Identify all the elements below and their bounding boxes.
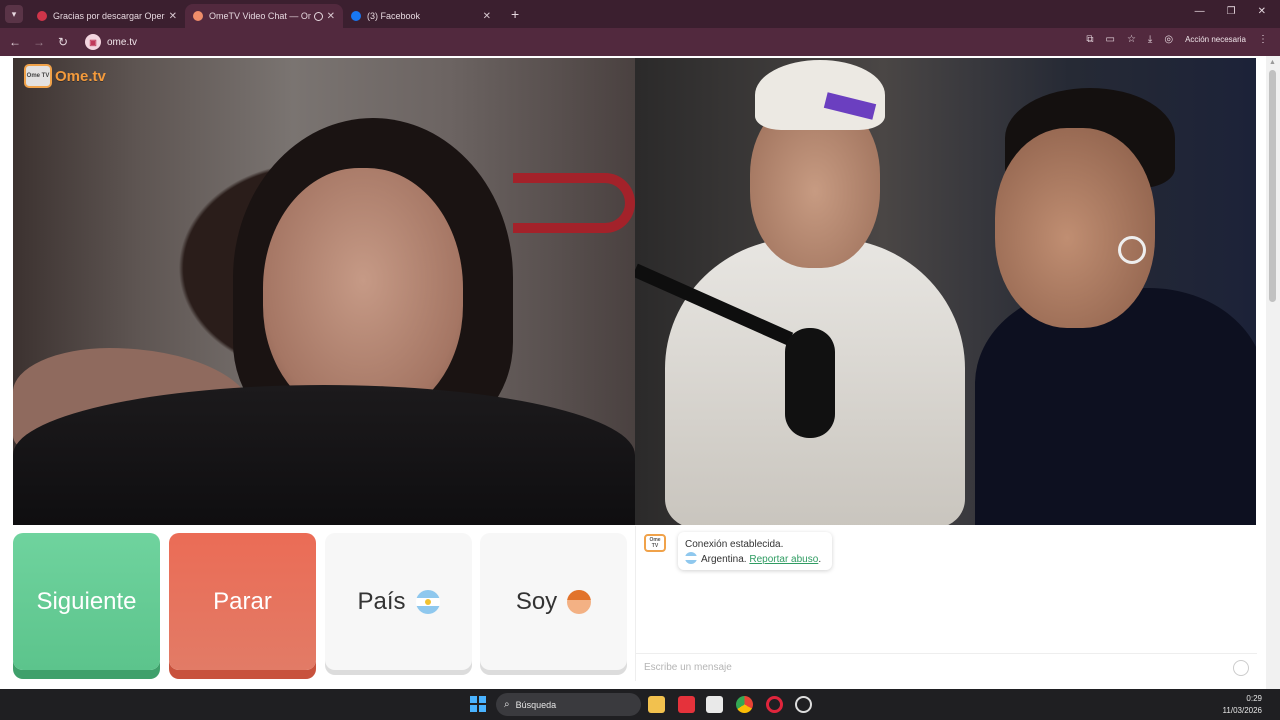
report-suffix: . — [818, 554, 822, 565]
logo-text: Ome.tv — [55, 67, 106, 85]
ometv-chat-logo-icon: Ome TV — [644, 534, 666, 552]
download-icon[interactable]: ⤓ — [1148, 34, 1152, 45]
opera-favicon-icon — [37, 11, 47, 21]
site-info-icon[interactable]: ▣ — [85, 34, 101, 50]
chat-panel: Ome TV Conexión establecida. Argentina. R… — [635, 526, 1257, 681]
country-button[interactable]: País — [325, 533, 472, 670]
argentina-flag-icon — [685, 552, 697, 564]
maximize-icon[interactable]: ❐ — [1227, 6, 1236, 17]
argentina-flag-icon — [415, 589, 440, 614]
clock-time: 0:29 — [1246, 694, 1262, 703]
recording-icon — [313, 11, 323, 21]
message-input[interactable] — [644, 662, 1204, 673]
tab-ometv[interactable]: OmeTV Video Chat — Ome ✕ — [185, 4, 343, 28]
scroll-up-icon[interactable]: ▲ — [1269, 59, 1276, 66]
connection-message: Conexión establecida. — [685, 539, 784, 550]
opera-icon[interactable] — [766, 696, 783, 713]
tab-search-icon[interactable]: ▾ — [5, 5, 23, 23]
system-message: Conexión establecida. Argentina. Reporta… — [678, 532, 832, 570]
browser-tab-strip: ▾ Gracias por descargar Opera ✕ OmeTV Vi… — [0, 0, 1280, 28]
close-window-icon[interactable]: ✕ — [1258, 6, 1266, 17]
minimize-icon[interactable]: — — [1195, 6, 1205, 17]
next-button[interactable]: Siguiente — [13, 533, 160, 670]
tab-label: OmeTV Video Chat — Ome — [209, 11, 311, 21]
clock-date: 11/03/2026 — [1222, 706, 1262, 715]
boy-avatar-icon — [567, 589, 592, 614]
back-icon[interactable]: ← — [3, 35, 27, 49]
store-icon[interactable] — [706, 696, 723, 713]
close-tab-icon[interactable]: ✕ — [483, 11, 491, 22]
address-bar-row: ← → ↻ ▣ ome.tv ⧉ ▭ ☆ ⤓ ◎ Acción necesari… — [0, 28, 1280, 56]
reload-icon[interactable]: ↻ — [51, 35, 75, 49]
remote-video — [635, 58, 1256, 525]
taskbar-clock[interactable]: 0:29 11/03/2026 — [1223, 693, 1262, 717]
country-label: País — [357, 587, 406, 615]
chrome-icon[interactable] — [736, 696, 753, 713]
taskbar-search[interactable]: ⌕ Búsqueda — [496, 693, 641, 716]
windows-start-icon[interactable] — [470, 696, 486, 712]
tab-facebook[interactable]: (3) Facebook ✕ — [343, 4, 499, 28]
partner-country: Argentina. — [701, 554, 747, 565]
close-tab-icon[interactable]: ✕ — [169, 11, 177, 22]
stop-button[interactable]: Parar — [169, 533, 316, 670]
search-placeholder: Búsqueda — [515, 699, 557, 710]
file-explorer-icon[interactable] — [648, 696, 665, 713]
ometv-favicon-icon — [193, 11, 203, 21]
windows-taskbar: ⌕ Búsqueda 0:29 11/03/2026 — [0, 689, 1280, 720]
next-label: Siguiente — [36, 587, 137, 615]
gender-label: Soy — [515, 587, 558, 615]
search-icon: ⌕ — [504, 699, 510, 710]
emoji-icon[interactable] — [1233, 660, 1249, 676]
ometv-page: Ome TV Ome.tv Siguiente Parar País Soy O… — [0, 56, 1280, 689]
stop-label: Parar — [213, 587, 272, 615]
menu-icon[interactable]: ⋮ — [1258, 34, 1268, 45]
report-abuse-link[interactable]: Reportar abuso — [749, 554, 818, 565]
bookmark-star-icon[interactable]: ☆ — [1127, 34, 1136, 45]
wps-office-icon[interactable] — [678, 696, 695, 713]
new-tab-button[interactable]: + — [511, 6, 519, 22]
profile-icon[interactable]: ◎ — [1164, 34, 1173, 45]
tab-opera[interactable]: Gracias por descargar Opera ✕ — [29, 4, 185, 28]
ometv-logo[interactable]: Ome TV Ome.tv — [24, 64, 106, 88]
close-tab-icon[interactable]: ✕ — [327, 11, 335, 22]
scrollbar-thumb[interactable] — [1269, 70, 1276, 302]
page-scrollbar[interactable]: ▲ — [1266, 56, 1280, 689]
translate-icon[interactable]: ⧉ — [1086, 34, 1093, 45]
url-field[interactable]: ome.tv — [107, 37, 137, 48]
tab-label: Gracias por descargar Opera — [53, 11, 165, 21]
opera-gx-icon[interactable] — [795, 696, 812, 713]
gender-button[interactable]: Soy — [480, 533, 627, 670]
tv-icon: Ome TV — [24, 64, 52, 88]
facebook-favicon-icon — [351, 11, 361, 21]
local-video — [13, 58, 635, 525]
action-required-button[interactable]: Acción necesaria — [1185, 35, 1246, 44]
tab-label: (3) Facebook — [367, 11, 421, 21]
cast-icon[interactable]: ▭ — [1106, 34, 1115, 45]
message-input-row — [636, 653, 1257, 681]
forward-icon[interactable]: → — [27, 35, 51, 49]
